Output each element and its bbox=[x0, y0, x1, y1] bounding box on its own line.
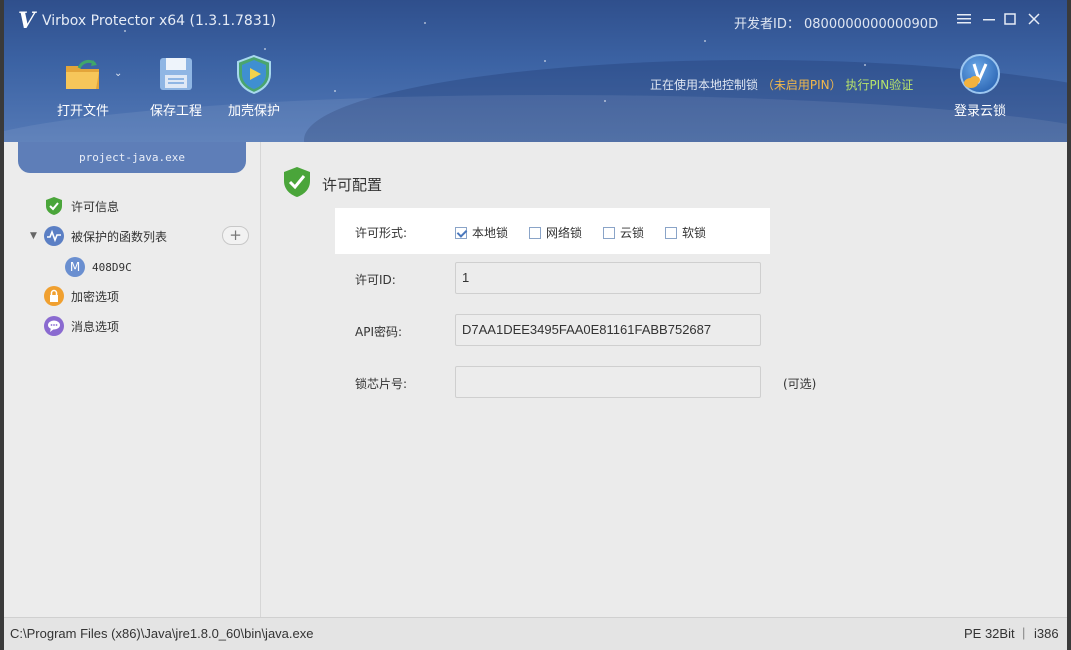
close-icon[interactable] bbox=[1024, 10, 1044, 30]
license-type-soft-checkbox[interactable]: 软锁 bbox=[665, 224, 706, 241]
minimize-icon[interactable] bbox=[979, 10, 999, 30]
header: V Virbox Protector x64 (1.3.1.7831) 开发者I… bbox=[4, 0, 1067, 142]
expand-arrow-icon[interactable]: ▼ bbox=[30, 231, 37, 241]
shell-protect-button[interactable]: 加壳保护 bbox=[219, 54, 289, 122]
file-path: C:\Program Files (x86)\Java\jre1.8.0_60\… bbox=[10, 626, 314, 641]
checkbox-label: 网络锁 bbox=[546, 226, 583, 240]
save-project-label: 保存工程 bbox=[149, 104, 202, 119]
checkbox-label: 本地锁 bbox=[472, 226, 509, 240]
lock-status-text: 正在使用本地控制锁 bbox=[650, 78, 759, 92]
function-item[interactable]: M 408D9C bbox=[65, 257, 132, 277]
folder-open-icon bbox=[63, 54, 103, 94]
checkbox-label: 云锁 bbox=[620, 226, 645, 240]
method-m-icon: M bbox=[65, 257, 85, 277]
sidebar-item-license-info[interactable]: 许可信息 bbox=[44, 196, 119, 216]
project-name[interactable]: project-java.exe bbox=[18, 142, 246, 173]
section-title: 许可配置 bbox=[322, 175, 383, 194]
sidebar: project-java.exe 许可信息 ▼ 被保护的函数列表 + M 408… bbox=[4, 142, 261, 617]
checkbox-checked-icon bbox=[455, 226, 467, 239]
license-id-label: 许可ID: bbox=[355, 273, 396, 287]
license-type-label: 许可形式: bbox=[355, 226, 408, 240]
lock-status: 正在使用本地控制锁 （未启用PIN） 执行PIN验证 bbox=[650, 76, 913, 93]
maximize-icon[interactable] bbox=[1000, 10, 1020, 30]
function-name: 408D9C bbox=[92, 260, 132, 274]
cloud-login-button[interactable]: 登录云锁 bbox=[950, 54, 1010, 119]
chip-number-field[interactable] bbox=[455, 366, 761, 398]
sidebar-item-label: 消息选项 bbox=[71, 319, 120, 334]
menu-icon[interactable] bbox=[954, 10, 974, 30]
sidebar-item-label: 许可信息 bbox=[71, 199, 120, 214]
chip-number-label: 锁芯片号: bbox=[355, 377, 408, 391]
pin-state: （未启用PIN） bbox=[761, 78, 842, 92]
chevron-down-icon[interactable]: ⌄ bbox=[114, 68, 122, 79]
section-header: 许可配置 bbox=[282, 166, 382, 202]
checkbox-icon bbox=[603, 226, 615, 239]
license-type-cloud-checkbox[interactable]: 云锁 bbox=[603, 224, 644, 241]
license-type-local-checkbox[interactable]: 本地锁 bbox=[455, 224, 508, 241]
api-key-field[interactable]: D7AA1DEE3495FAA0E81161FABB752687 bbox=[455, 314, 761, 346]
sidebar-item-encryption-options[interactable]: 加密选项 bbox=[44, 286, 119, 306]
shield-check-icon bbox=[282, 166, 312, 202]
sidebar-item-protected-functions[interactable]: 被保护的函数列表 bbox=[44, 226, 167, 246]
message-icon bbox=[44, 316, 64, 336]
app-title: Virbox Protector x64 (1.3.1.7831) bbox=[42, 13, 277, 29]
add-function-button[interactable]: + bbox=[222, 226, 249, 245]
save-disk-icon bbox=[156, 54, 196, 94]
status-separator: | bbox=[1022, 625, 1026, 640]
sidebar-item-label: 加密选项 bbox=[71, 289, 120, 304]
sidebar-item-message-options[interactable]: 消息选项 bbox=[44, 316, 119, 336]
api-key-label: API密码: bbox=[355, 325, 403, 339]
developer-id: 开发者ID： 080000000000090D bbox=[734, 13, 938, 32]
status-bar: C:\Program Files (x86)\Java\jre1.8.0_60\… bbox=[4, 617, 1067, 650]
open-file-button[interactable]: 打开文件 bbox=[48, 54, 118, 122]
checkbox-label: 软锁 bbox=[682, 226, 707, 240]
checkbox-icon bbox=[529, 226, 541, 239]
checkbox-icon bbox=[665, 226, 677, 239]
optional-note: (可选) bbox=[783, 377, 817, 391]
sidebar-item-label: 被保护的函数列表 bbox=[71, 229, 168, 244]
license-type-network-checkbox[interactable]: 网络锁 bbox=[529, 224, 582, 241]
license-id-field[interactable]: 1 bbox=[455, 262, 761, 294]
shield-play-icon bbox=[234, 54, 274, 95]
title-bar: V Virbox Protector x64 (1.3.1.7831) 开发者I… bbox=[4, 0, 1067, 44]
app-window: V Virbox Protector x64 (1.3.1.7831) 开发者I… bbox=[4, 0, 1067, 650]
architecture: PE 32Bit bbox=[964, 626, 1015, 641]
open-file-label: 打开文件 bbox=[56, 104, 109, 119]
pin-verify-link[interactable]: 执行PIN验证 bbox=[845, 78, 913, 92]
developer-id-value: 080000000000090D bbox=[804, 17, 939, 32]
cpu-type: i386 bbox=[1034, 626, 1059, 641]
cloud-lock-icon bbox=[960, 54, 1000, 94]
main-panel: 许可配置 许可形式: 本地锁 网络锁 云锁 软锁 许可ID: 1 API密码: … bbox=[262, 142, 1067, 617]
cloud-login-label: 登录云锁 bbox=[953, 104, 1006, 119]
save-project-button[interactable]: 保存工程 bbox=[141, 54, 211, 122]
waveform-icon bbox=[44, 226, 64, 246]
lock-icon bbox=[44, 286, 64, 306]
shell-protect-label: 加壳保护 bbox=[227, 104, 280, 119]
shield-check-icon bbox=[44, 196, 64, 216]
developer-id-label: 开发者ID： bbox=[734, 17, 800, 32]
app-logo: V bbox=[18, 8, 36, 34]
